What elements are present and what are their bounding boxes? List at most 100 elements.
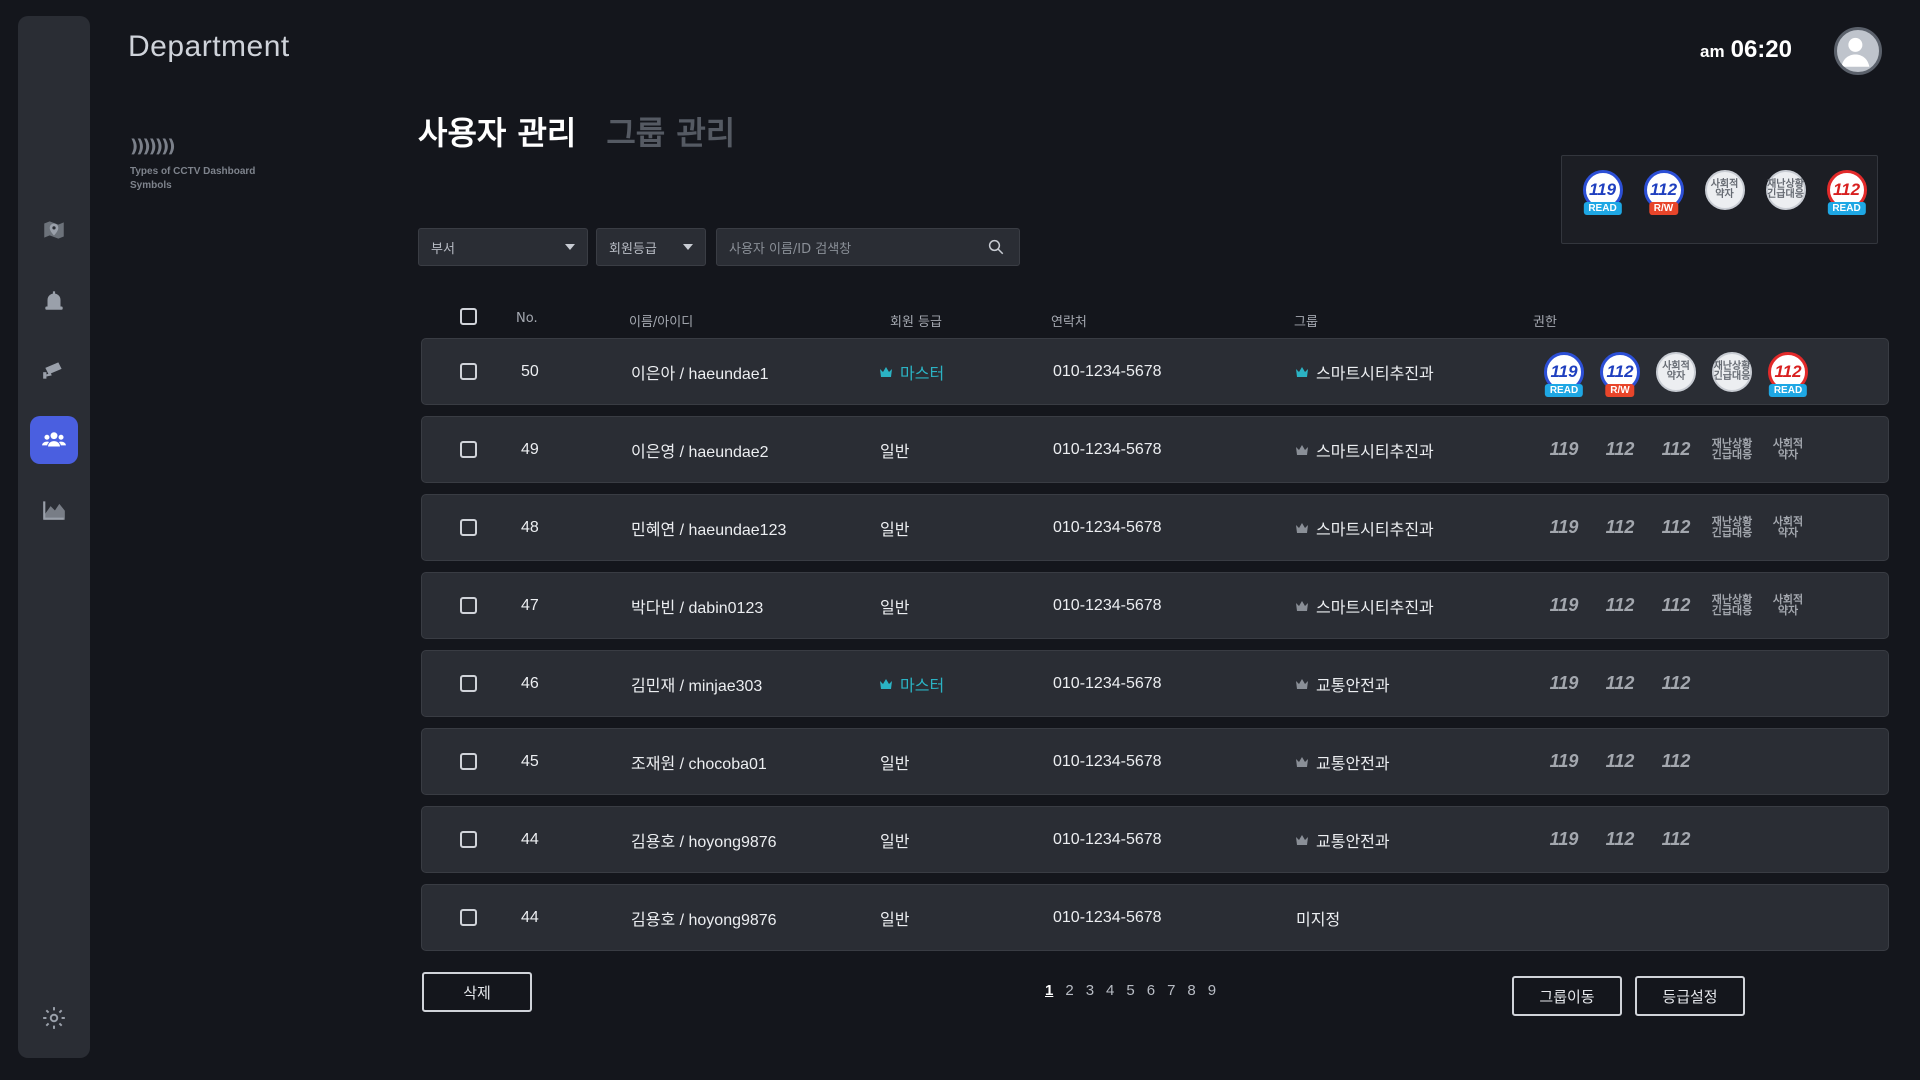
row-checkbox[interactable] (460, 729, 477, 794)
permission-slot[interactable]: 112 R/W (1592, 351, 1648, 397)
row-group: 교통안전과 (1296, 729, 1390, 794)
search-icon[interactable] (987, 238, 1005, 256)
table-row[interactable]: 45 조재원 / chocoba01 일반 010-1234-5678 교통안전과 119… (421, 728, 1889, 795)
sidebar-users-button[interactable] (30, 416, 78, 464)
page-link[interactable]: 3 (1086, 982, 1094, 999)
page-link[interactable]: 9 (1208, 982, 1216, 999)
row-group-label: 스마트시티추진과 (1316, 443, 1434, 461)
table-row[interactable]: 50 이은아 / haeundae1 마스터 010-1234-5678 스마트시티추진… (421, 338, 1889, 405)
permission-slot[interactable]: 112 R/W (1633, 170, 1694, 215)
permission-inactive-icon: 112 (1661, 829, 1691, 849)
row-checkbox[interactable] (460, 651, 477, 716)
row-checkbox[interactable] (460, 807, 477, 872)
permission-label: 112 (1649, 180, 1678, 199)
permission-slot[interactable]: 112 (1592, 595, 1648, 616)
table-row[interactable]: 44 김용호 / hoyong9876 일반 010-1234-5678 미지정 (421, 884, 1889, 951)
tab-bar: 사용자 관리 그룹 관리 (418, 108, 735, 154)
permission-slot[interactable]: 119 (1536, 751, 1592, 772)
permission-slot[interactable]: 재난상황 긴급대응 (1704, 515, 1760, 539)
page-link[interactable]: 8 (1187, 982, 1195, 999)
row-no: 50 (521, 362, 539, 380)
permission-slot[interactable]: 119 READ (1536, 351, 1592, 397)
crown-icon (1296, 600, 1308, 611)
permission-slot[interactable]: 재난상황 긴급대응 (1704, 351, 1760, 392)
delete-button[interactable]: 삭제 (422, 972, 532, 1012)
permission-slot[interactable]: 119 READ (1572, 170, 1633, 215)
permission-slot[interactable]: 112 (1592, 673, 1648, 694)
table-row[interactable]: 46 김민재 / minjae303 마스터 010-1234-5678 교통안전과 11… (421, 650, 1889, 717)
permission-slot[interactable]: 119 (1536, 829, 1592, 850)
row-checkbox[interactable] (460, 573, 477, 638)
permission-slot[interactable]: 112 (1648, 829, 1704, 850)
permission-slot[interactable]: 112 (1648, 595, 1704, 616)
column-permission: 권한 (1533, 315, 1557, 330)
page-link[interactable]: 6 (1147, 982, 1155, 999)
page-link[interactable]: 2 (1065, 982, 1073, 999)
permission-slot[interactable]: 사회적 약자 (1760, 594, 1816, 617)
grade-select[interactable]: 회원등급 (596, 228, 706, 266)
permission-slot[interactable]: 사회적 약자 (1694, 170, 1755, 210)
permission-slot[interactable]: 119 (1536, 595, 1592, 616)
permission-slot[interactable]: 사회적 약자 (1760, 516, 1816, 539)
permission-slot[interactable]: 재난상황 긴급대응 (1704, 438, 1760, 461)
row-group-label: 스마트시티추진과 (1316, 365, 1434, 383)
permission-slot[interactable]: 사회적 약자 (1760, 438, 1816, 461)
page-link[interactable]: 7 (1167, 982, 1175, 999)
table-row[interactable]: 49 이은영 / haeundae2 일반 010-1234-5678 스마트시티추진과… (421, 416, 1889, 483)
permission-inactive-icon: 112 (1605, 751, 1635, 771)
avatar[interactable] (1834, 27, 1882, 75)
permission-inactive-icon: 재난상황 긴급대응 (1711, 515, 1753, 539)
tab-group-management[interactable]: 그룹 관리 (606, 108, 735, 154)
permission-slot[interactable]: 119 (1536, 517, 1592, 538)
permission-slot[interactable]: 112 (1648, 751, 1704, 772)
row-grade-label: 마스터 (900, 365, 945, 383)
permission-slot[interactable]: 119 (1536, 439, 1592, 460)
sidebar-map-button[interactable] (30, 206, 78, 254)
table-row[interactable]: 47 박다빈 / dabin0123 일반 010-1234-5678 스마트시티추진과… (421, 572, 1889, 639)
permission-slot[interactable]: 112 (1592, 517, 1648, 538)
permission-slot[interactable]: 112 (1592, 829, 1648, 850)
sidebar-alarm-button[interactable] (30, 276, 78, 324)
permission-slot[interactable]: 112 (1648, 673, 1704, 694)
dept-select[interactable]: 부서 (418, 228, 588, 266)
table-row[interactable]: 44 김용호 / hoyong9876 일반 010-1234-5678 교통안전과 11… (421, 806, 1889, 873)
permission-slot[interactable]: 재난상황 긴급대응 (1704, 594, 1760, 617)
permission-slot[interactable]: 112 (1648, 439, 1704, 460)
permission-label: 119 (1588, 180, 1617, 199)
row-permissions: 119 112 112 재난상황 긴급대응 사회적 약자 (1536, 573, 1816, 638)
permission-badge: READ (1583, 202, 1622, 215)
page-link[interactable]: 4 (1106, 982, 1114, 999)
permission-label: 112 (1832, 180, 1861, 199)
row-checkbox[interactable] (460, 885, 477, 950)
social-vulnerable-icon: 사회적 약자 (1656, 351, 1696, 392)
row-no: 45 (521, 752, 539, 770)
permission-slot[interactable]: 112 (1592, 439, 1648, 460)
permission-slot[interactable]: 112 READ (1760, 351, 1816, 397)
permission-slot[interactable]: 재난상황 긴급대응 (1755, 170, 1816, 210)
chevron-down-icon (683, 244, 693, 250)
dashboard-symbols-legend[interactable]: ))))))) Types of CCTV Dashboard Symbols (130, 136, 255, 193)
page-link[interactable]: 5 (1126, 982, 1134, 999)
row-checkbox[interactable] (460, 417, 477, 482)
permission-slot[interactable]: 112 (1592, 751, 1648, 772)
permission-slot[interactable]: 사회적 약자 (1648, 351, 1704, 392)
row-checkbox[interactable] (460, 495, 477, 560)
permission-slot[interactable]: 112 (1648, 517, 1704, 538)
sidebar-stats-button[interactable] (30, 486, 78, 534)
select-all-checkbox[interactable] (460, 308, 477, 325)
table-row[interactable]: 48 민혜연 / haeundae123 일반 010-1234-5678 스마트시티추… (421, 494, 1889, 561)
row-checkbox[interactable] (460, 339, 477, 404)
search-input[interactable]: 사용자 이름/ID 검색창 (716, 228, 1020, 266)
page-link[interactable]: 1 (1045, 982, 1053, 999)
row-group-label: 교통안전과 (1316, 677, 1390, 695)
permission-slot[interactable]: 119 (1536, 673, 1592, 694)
row-permissions: 119 READ 112 R/W 사회적 약자 재난상황 긴급대응 112 READ (1536, 339, 1816, 404)
set-grade-button[interactable]: 등급설정 (1635, 976, 1745, 1016)
column-name: 이름/아이디 (629, 315, 694, 330)
tab-user-management[interactable]: 사용자 관리 (418, 108, 576, 154)
sidebar-cctv-button[interactable] (30, 346, 78, 394)
move-group-button[interactable]: 그룹이동 (1512, 976, 1622, 1016)
sidebar-settings-button[interactable] (30, 994, 78, 1042)
row-no: 46 (521, 674, 539, 692)
permission-slot[interactable]: 112 READ (1816, 170, 1877, 215)
